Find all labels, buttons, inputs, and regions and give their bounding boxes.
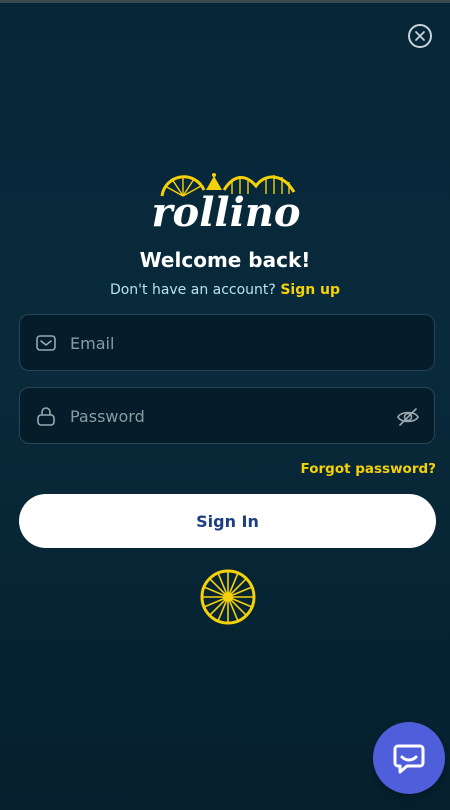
chat-bubble-icon bbox=[393, 744, 425, 774]
wheel-icon bbox=[200, 569, 256, 625]
chat-button[interactable] bbox=[373, 722, 445, 794]
email-field[interactable] bbox=[19, 314, 435, 372]
brand-logo: rollino bbox=[148, 168, 304, 238]
page-title: Welcome back! bbox=[139, 248, 311, 272]
signup-prompt-row: Don't have an account? Sign up bbox=[0, 280, 450, 300]
close-button[interactable] bbox=[408, 24, 432, 48]
forgot-password-link[interactable]: Forgot password? bbox=[301, 460, 436, 478]
signup-prompt-text: Don't have an account? bbox=[109, 282, 276, 298]
brand-name: rollino bbox=[151, 189, 301, 236]
close-icon bbox=[415, 31, 425, 41]
lock-icon bbox=[37, 407, 55, 426]
email-input[interactable] bbox=[68, 315, 392, 372]
envelope-icon bbox=[36, 335, 56, 351]
password-field[interactable] bbox=[19, 387, 435, 445]
password-input[interactable] bbox=[68, 388, 392, 445]
eye-off-icon[interactable] bbox=[396, 405, 420, 429]
signup-link[interactable]: Sign up bbox=[280, 282, 340, 298]
sign-in-button[interactable]: Sign In bbox=[19, 494, 436, 548]
top-border bbox=[0, 0, 450, 3]
